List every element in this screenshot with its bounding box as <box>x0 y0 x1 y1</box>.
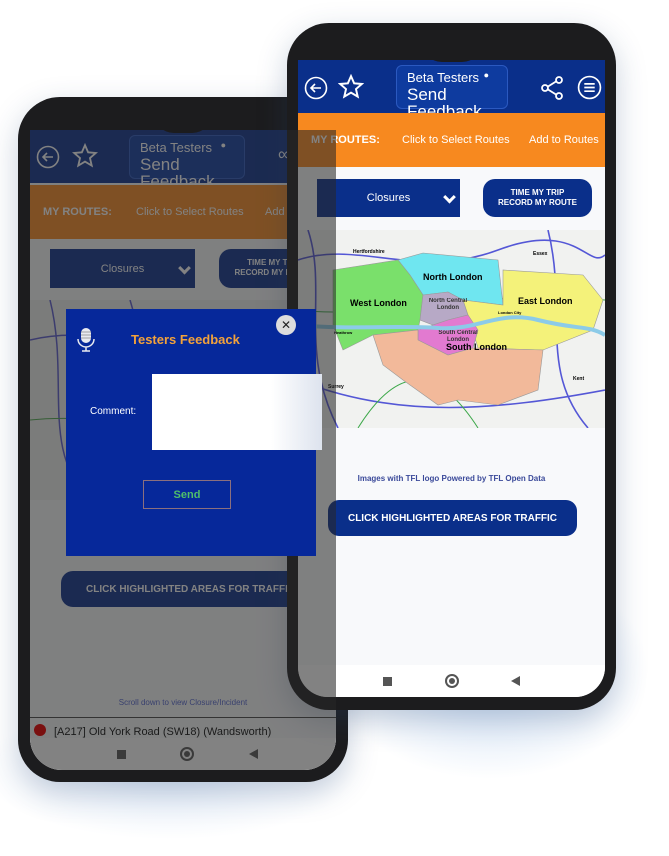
menu-icon[interactable] <box>577 75 602 100</box>
label-east: East London <box>518 296 573 306</box>
send-label: Send <box>173 488 201 501</box>
time-my-trip-button[interactable]: TIME MY TRIPRECORD MY ROUTE <box>483 179 592 217</box>
label-west: West London <box>350 298 407 308</box>
time-trip-line2: RECORD MY ROUTE <box>498 198 577 207</box>
label-london-city: London City <box>498 310 522 315</box>
tfl-credit: Images with TFL logo Powered by TFL Open… <box>357 474 546 483</box>
label-essex: Essex <box>533 251 548 257</box>
time-trip-line1: TIME MY TRIP <box>510 188 565 197</box>
divider <box>30 717 336 718</box>
close-icon[interactable]: ✕ <box>276 315 296 335</box>
mic-icon[interactable] <box>76 327 96 353</box>
add-routes-link[interactable]: Add to Routes <box>529 134 599 146</box>
home-icon[interactable] <box>445 674 459 688</box>
traffic-areas-button[interactable]: CLICK HIGHLIGHTED AREAS FOR TRAFFIC <box>328 500 577 536</box>
android-nav-bar <box>298 665 605 697</box>
label-south-central: South Central London <box>438 330 478 343</box>
incident-text: [A217] Old York Road (SW18) (Wandsworth) <box>54 726 272 738</box>
dropdown-value: Closures <box>366 192 411 204</box>
my-routes-bar: MY ROUTES: Click to Select Routes Add to… <box>298 113 605 167</box>
location-pin-icon: ● <box>483 70 489 80</box>
incident-alert-icon <box>34 724 46 736</box>
send-button[interactable]: Send <box>143 480 231 509</box>
testers-feedback-dialog: Testers Feedback ✕ Comment: Send <box>66 309 322 556</box>
share-icon[interactable] <box>540 76 564 100</box>
label-heathrow: Heathrow <box>334 330 353 335</box>
incident-row[interactable]: [A217] Old York Road (SW18) (Wandsworth) <box>34 724 271 738</box>
label-north-central: North Central London <box>428 298 468 311</box>
dialog-title: Testers Feedback <box>131 332 240 347</box>
filter-dropdown[interactable]: Closures <box>317 179 460 217</box>
chevron-down-icon <box>443 190 456 204</box>
app-header: Beta Testers Send Feedback ● <box>298 60 605 120</box>
back-phone-screen: Beta Testers Send Feedback ● ∞ MY ROUTES… <box>30 130 336 770</box>
label-kent: Kent <box>573 376 584 382</box>
comment-label: Comment: <box>90 406 137 417</box>
london-map[interactable]: North London West London East London Sou… <box>298 229 605 429</box>
front-phone: Beta Testers Send Feedback ● MY ROUTES: … <box>287 23 616 710</box>
back-phone: Beta Testers Send Feedback ● ∞ MY ROUTES… <box>18 97 348 782</box>
label-north: North London <box>423 272 482 282</box>
back-nav-icon[interactable] <box>511 676 520 686</box>
scroll-hint: Scroll down to view Closure/Incident <box>118 698 248 707</box>
star-icon[interactable] <box>338 74 364 100</box>
recent-apps-icon[interactable] <box>383 677 392 686</box>
label-hertfordshire: Hertfordshire <box>353 249 385 255</box>
comment-input[interactable] <box>152 374 322 450</box>
front-phone-screen: Beta Testers Send Feedback ● MY ROUTES: … <box>298 60 605 697</box>
traffic-button-label: CLICK HIGHLIGHTED AREAS FOR TRAFFIC <box>347 512 558 524</box>
send-feedback-button[interactable]: Beta Testers Send Feedback ● <box>396 65 508 120</box>
select-routes-link[interactable]: Click to Select Routes <box>402 134 510 146</box>
back-arrow-icon[interactable] <box>304 76 328 100</box>
